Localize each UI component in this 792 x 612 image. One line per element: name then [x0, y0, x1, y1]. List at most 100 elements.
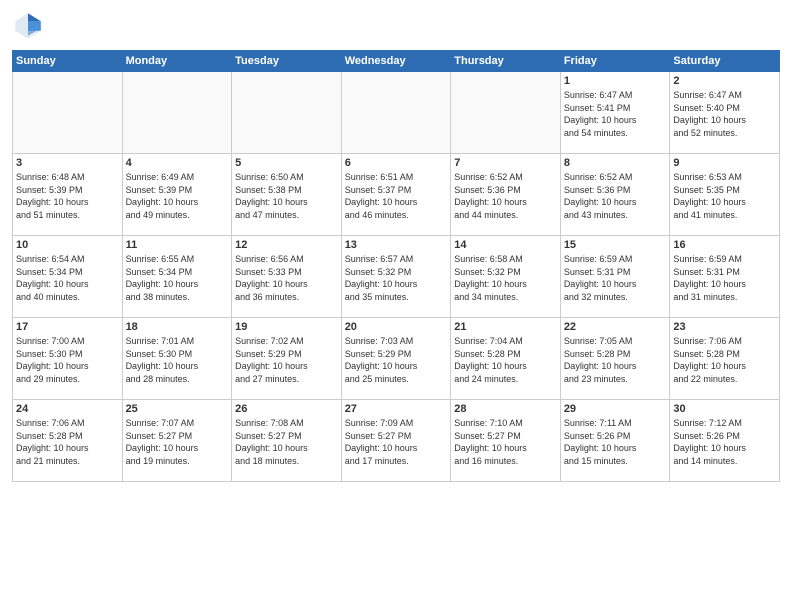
day-info: Sunrise: 7:08 AM Sunset: 5:27 PM Dayligh… — [235, 417, 338, 467]
calendar-cell: 22 Sunrise: 7:05 AM Sunset: 5:28 PM Dayli… — [560, 318, 670, 400]
day-info: Sunrise: 7:00 AM Sunset: 5:30 PM Dayligh… — [16, 335, 119, 385]
day-info: Sunrise: 6:47 AM Sunset: 5:40 PM Dayligh… — [673, 89, 776, 139]
calendar-cell: 26 Sunrise: 7:08 AM Sunset: 5:27 PM Dayli… — [232, 400, 342, 482]
day-number: 25 — [126, 403, 229, 415]
calendar-cell: 18 Sunrise: 7:01 AM Sunset: 5:30 PM Dayli… — [122, 318, 232, 400]
day-info: Sunrise: 7:04 AM Sunset: 5:28 PM Dayligh… — [454, 335, 557, 385]
day-number: 10 — [16, 239, 119, 251]
day-info: Sunrise: 7:10 AM Sunset: 5:27 PM Dayligh… — [454, 417, 557, 467]
calendar-cell: 29Sunrise: 7:11 AM Sunset: 5:26 PM Dayli… — [560, 400, 670, 482]
calendar-cell: 11 Sunrise: 6:55 AM Sunset: 5:34 PM Dayli… — [122, 236, 232, 318]
calendar-cell: 25 Sunrise: 7:07 AM Sunset: 5:27 PM Dayli… — [122, 400, 232, 482]
weekday-header-tuesday: Tuesday — [232, 51, 342, 72]
day-info: Sunrise: 6:54 AM Sunset: 5:34 PM Dayligh… — [16, 253, 119, 303]
day-info: Sunrise: 6:50 AM Sunset: 5:38 PM Dayligh… — [235, 171, 338, 221]
calendar-cell: 1Sunrise: 6:47 AM Sunset: 5:41 PM Daylig… — [560, 72, 670, 154]
page-container: SundayMondayTuesdayWednesdayThursdayFrid… — [0, 0, 792, 488]
day-info: Sunrise: 6:48 AM Sunset: 5:39 PM Dayligh… — [16, 171, 119, 221]
day-number: 5 — [235, 157, 338, 169]
day-number: 22 — [564, 321, 667, 333]
header — [12, 10, 780, 42]
calendar-cell — [232, 72, 342, 154]
day-number: 18 — [126, 321, 229, 333]
calendar-cell: 8 Sunrise: 6:52 AM Sunset: 5:36 PM Daylig… — [560, 154, 670, 236]
calendar-cell — [122, 72, 232, 154]
week-row-2: 3 Sunrise: 6:48 AM Sunset: 5:39 PM Daylig… — [13, 154, 780, 236]
calendar-cell: 4Sunrise: 6:49 AM Sunset: 5:39 PM Daylig… — [122, 154, 232, 236]
calendar-cell: 14Sunrise: 6:58 AM Sunset: 5:32 PM Dayli… — [451, 236, 561, 318]
day-number: 16 — [673, 239, 776, 251]
logo-icon — [12, 10, 44, 42]
day-number: 28 — [454, 403, 557, 415]
calendar-cell: 10 Sunrise: 6:54 AM Sunset: 5:34 PM Dayli… — [13, 236, 123, 318]
calendar-cell: 12 Sunrise: 6:56 AM Sunset: 5:33 PM Dayli… — [232, 236, 342, 318]
weekday-header-row: SundayMondayTuesdayWednesdayThursdayFrid… — [13, 51, 780, 72]
day-info: Sunrise: 6:59 AM Sunset: 5:31 PM Dayligh… — [673, 253, 776, 303]
day-number: 13 — [345, 239, 448, 251]
calendar-cell: 28 Sunrise: 7:10 AM Sunset: 5:27 PM Dayli… — [451, 400, 561, 482]
calendar-cell: 15 Sunrise: 6:59 AM Sunset: 5:31 PM Dayli… — [560, 236, 670, 318]
weekday-header-monday: Monday — [122, 51, 232, 72]
day-info: Sunrise: 6:52 AM Sunset: 5:36 PM Dayligh… — [564, 171, 667, 221]
week-row-4: 17 Sunrise: 7:00 AM Sunset: 5:30 PM Dayli… — [13, 318, 780, 400]
calendar-table: SundayMondayTuesdayWednesdayThursdayFrid… — [12, 50, 780, 482]
weekday-header-wednesday: Wednesday — [341, 51, 451, 72]
calendar-cell: 21Sunrise: 7:04 AM Sunset: 5:28 PM Dayli… — [451, 318, 561, 400]
day-number: 19 — [235, 321, 338, 333]
calendar-cell: 7 Sunrise: 6:52 AM Sunset: 5:36 PM Daylig… — [451, 154, 561, 236]
day-number: 17 — [16, 321, 119, 333]
day-info: Sunrise: 7:11 AM Sunset: 5:26 PM Dayligh… — [564, 417, 667, 467]
day-info: Sunrise: 6:51 AM Sunset: 5:37 PM Dayligh… — [345, 171, 448, 221]
day-number: 2 — [673, 75, 776, 87]
calendar-cell: 9 Sunrise: 6:53 AM Sunset: 5:35 PM Daylig… — [670, 154, 780, 236]
day-number: 7 — [454, 157, 557, 169]
calendar-cell: 13 Sunrise: 6:57 AM Sunset: 5:32 PM Dayli… — [341, 236, 451, 318]
day-number: 26 — [235, 403, 338, 415]
weekday-header-friday: Friday — [560, 51, 670, 72]
calendar-cell: 23 Sunrise: 7:06 AM Sunset: 5:28 PM Dayli… — [670, 318, 780, 400]
day-info: Sunrise: 7:09 AM Sunset: 5:27 PM Dayligh… — [345, 417, 448, 467]
day-info: Sunrise: 6:59 AM Sunset: 5:31 PM Dayligh… — [564, 253, 667, 303]
day-info: Sunrise: 6:55 AM Sunset: 5:34 PM Dayligh… — [126, 253, 229, 303]
day-info: Sunrise: 7:05 AM Sunset: 5:28 PM Dayligh… — [564, 335, 667, 385]
calendar-cell — [13, 72, 123, 154]
day-info: Sunrise: 7:02 AM Sunset: 5:29 PM Dayligh… — [235, 335, 338, 385]
week-row-5: 24 Sunrise: 7:06 AM Sunset: 5:28 PM Dayli… — [13, 400, 780, 482]
day-info: Sunrise: 6:52 AM Sunset: 5:36 PM Dayligh… — [454, 171, 557, 221]
day-info: Sunrise: 7:01 AM Sunset: 5:30 PM Dayligh… — [126, 335, 229, 385]
day-number: 11 — [126, 239, 229, 251]
calendar-cell: 24 Sunrise: 7:06 AM Sunset: 5:28 PM Dayli… — [13, 400, 123, 482]
day-info: Sunrise: 6:47 AM Sunset: 5:41 PM Dayligh… — [564, 89, 667, 139]
calendar-cell: 5 Sunrise: 6:50 AM Sunset: 5:38 PM Daylig… — [232, 154, 342, 236]
day-number: 9 — [673, 157, 776, 169]
day-info: Sunrise: 7:06 AM Sunset: 5:28 PM Dayligh… — [16, 417, 119, 467]
calendar-cell: 6Sunrise: 6:51 AM Sunset: 5:37 PM Daylig… — [341, 154, 451, 236]
day-number: 3 — [16, 157, 119, 169]
day-number: 14 — [454, 239, 557, 251]
day-info: Sunrise: 7:06 AM Sunset: 5:28 PM Dayligh… — [673, 335, 776, 385]
day-info: Sunrise: 7:03 AM Sunset: 5:29 PM Dayligh… — [345, 335, 448, 385]
day-number: 20 — [345, 321, 448, 333]
calendar-cell: 17 Sunrise: 7:00 AM Sunset: 5:30 PM Dayli… — [13, 318, 123, 400]
calendar-cell: 19 Sunrise: 7:02 AM Sunset: 5:29 PM Dayli… — [232, 318, 342, 400]
day-number: 27 — [345, 403, 448, 415]
calendar-cell — [341, 72, 451, 154]
day-number: 24 — [16, 403, 119, 415]
day-info: Sunrise: 6:49 AM Sunset: 5:39 PM Dayligh… — [126, 171, 229, 221]
day-number: 12 — [235, 239, 338, 251]
day-number: 23 — [673, 321, 776, 333]
day-info: Sunrise: 6:57 AM Sunset: 5:32 PM Dayligh… — [345, 253, 448, 303]
day-number: 15 — [564, 239, 667, 251]
logo — [12, 10, 48, 42]
day-info: Sunrise: 7:07 AM Sunset: 5:27 PM Dayligh… — [126, 417, 229, 467]
weekday-header-thursday: Thursday — [451, 51, 561, 72]
day-number: 8 — [564, 157, 667, 169]
weekday-header-saturday: Saturday — [670, 51, 780, 72]
day-info: Sunrise: 6:53 AM Sunset: 5:35 PM Dayligh… — [673, 171, 776, 221]
calendar-cell: 20 Sunrise: 7:03 AM Sunset: 5:29 PM Dayli… — [341, 318, 451, 400]
week-row-3: 10 Sunrise: 6:54 AM Sunset: 5:34 PM Dayli… — [13, 236, 780, 318]
calendar-cell: 16 Sunrise: 6:59 AM Sunset: 5:31 PM Dayli… — [670, 236, 780, 318]
calendar-cell: 27 Sunrise: 7:09 AM Sunset: 5:27 PM Dayli… — [341, 400, 451, 482]
day-info: Sunrise: 6:56 AM Sunset: 5:33 PM Dayligh… — [235, 253, 338, 303]
day-number: 30 — [673, 403, 776, 415]
